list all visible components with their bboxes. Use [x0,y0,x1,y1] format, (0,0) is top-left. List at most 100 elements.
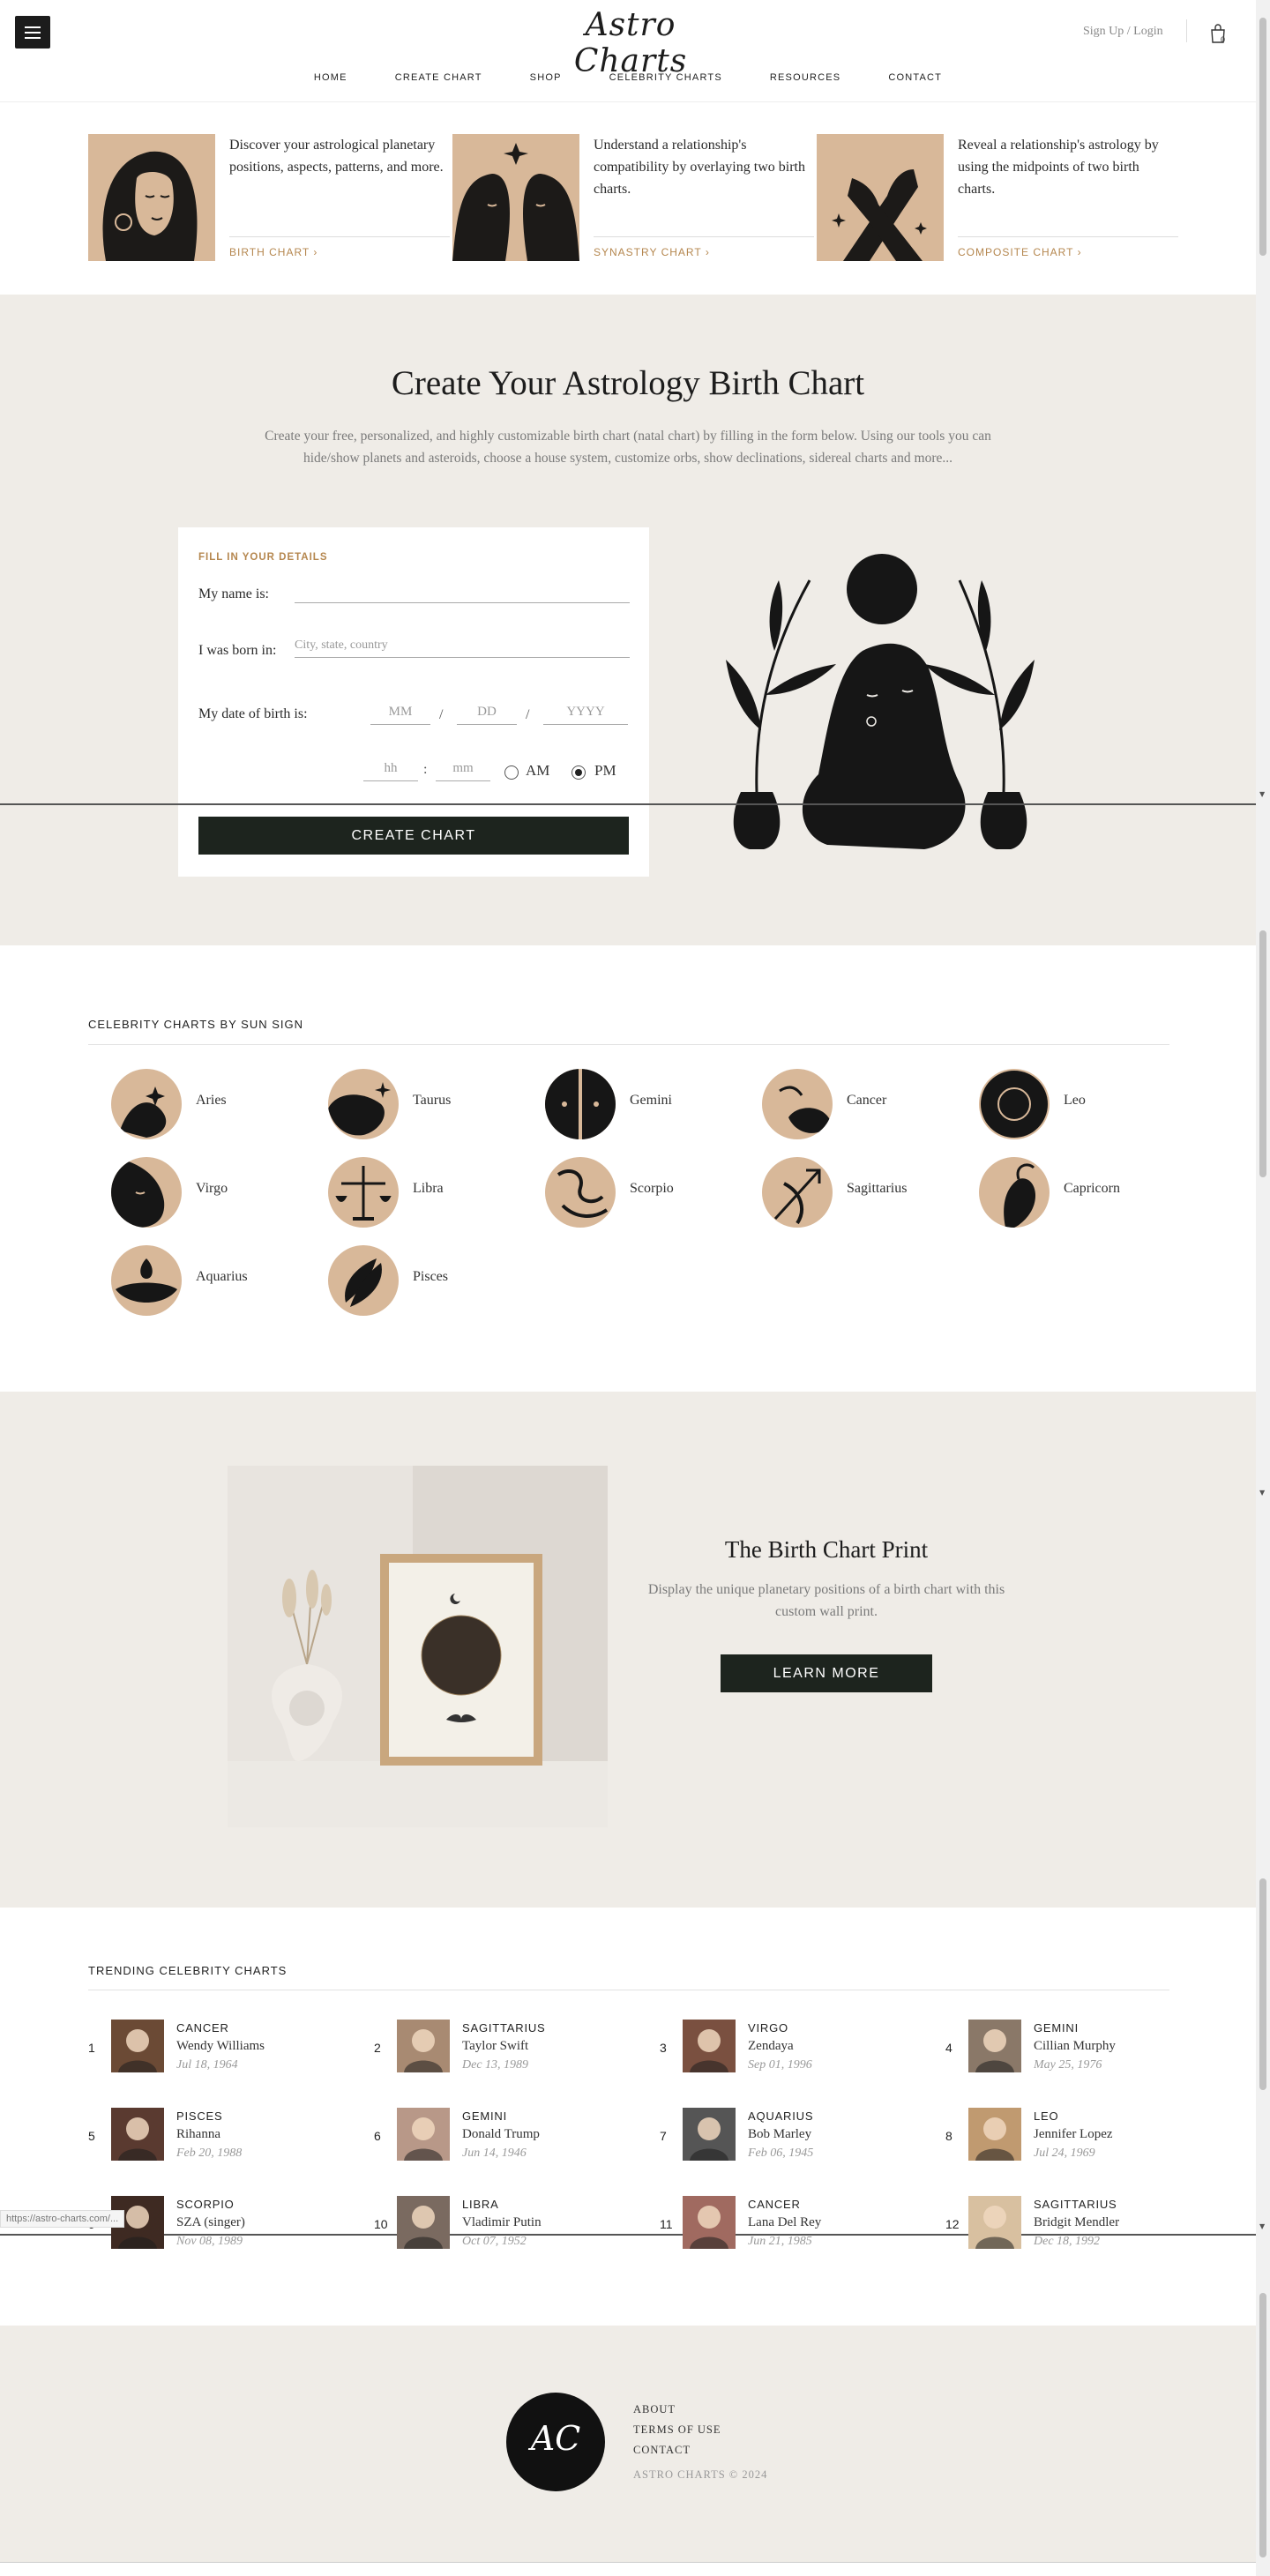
name-label: My name is: [198,586,269,601]
hamburger-menu-icon[interactable] [15,16,50,49]
celebrity-birthdate: Dec 13, 1989 [462,2058,529,2072]
sign-taurus[interactable]: Taurus [328,1069,540,1139]
scrollbar-thumb[interactable] [1259,1878,1266,2090]
birthplace-label: I was born in: [198,643,277,658]
celebrity-birthdate: May 25, 1976 [1034,2058,1102,2072]
sign-scorpio[interactable]: Scorpio [545,1157,757,1228]
footer-logo-text: AC [530,2419,581,2458]
trending-item[interactable]: 10 LIBRA Vladimir Putin Oct 07, 1952 [374,2196,639,2258]
pm-radio[interactable] [572,765,586,780]
pm-label: PM [594,762,616,779]
nav-celebrity-charts[interactable]: CELEBRITY CHARTS [609,72,722,83]
celebrity-birthdate: Jul 24, 1969 [1034,2147,1095,2160]
header-divider [1186,19,1187,42]
sign-leo[interactable]: Leo [979,1069,1191,1139]
trending-rank: 11 [660,2217,673,2231]
name-input[interactable] [295,579,630,603]
trending-rank: 5 [88,2129,95,2143]
footer-terms-link[interactable]: TERMS OF USE [633,2420,721,2440]
celebrity-birthdate: Jul 18, 1964 [176,2058,238,2072]
nav-create-chart[interactable]: CREATE CHART [395,72,482,83]
site-logo[interactable]: Astro Charts [547,7,714,79]
celebrity-photo [683,2196,736,2249]
footer-contact-link[interactable]: CONTACT [633,2440,721,2460]
birthplace-input[interactable] [295,633,630,658]
trending-rank: 3 [660,2041,667,2055]
sign-sagittarius[interactable]: Sagittarius [762,1157,974,1228]
scrollbar-thumb[interactable] [1259,18,1266,256]
sign-gemini[interactable]: Gemini [545,1069,757,1139]
copyright: ASTRO CHARTS © 2024 [633,2468,768,2481]
composite-chart-link[interactable]: COMPOSITE CHART › [958,246,1082,258]
trending-sign: GEMINI [462,2109,508,2123]
trending-item[interactable]: 5 PISCES Rihanna Feb 20, 1988 [88,2108,353,2169]
woman-face-illustration [88,134,215,261]
trending-rank: 10 [374,2217,388,2231]
footer-logo[interactable]: AC [506,2393,605,2491]
am-radio[interactable] [504,765,519,780]
feature-synastry-chart: Understand a relationship's compatibilit… [452,134,814,263]
birth-hour-input[interactable] [363,757,418,781]
trending-item[interactable]: 1 CANCER Wendy Williams Jul 18, 1964 [88,2020,353,2081]
trending-item[interactable]: 4 GEMINI Cillian Murphy May 25, 1976 [945,2020,1210,2081]
sign-virgo[interactable]: Virgo [111,1157,323,1228]
celebrity-photo [683,2108,736,2161]
trending-item[interactable]: 12 SAGITTARIUS Bridgit Mendler Dec 18, 1992 [945,2196,1210,2258]
scrollbar-thumb[interactable] [1259,2293,1266,2557]
trending-item[interactable]: 7 AQUARIUS Bob Marley Feb 06, 1945 [660,2108,924,2169]
synastry-chart-link[interactable]: SYNASTRY CHART › [594,246,710,258]
sign-cancer[interactable]: Cancer [762,1069,974,1139]
trending-item[interactable]: 6 GEMINI Donald Trump Jun 14, 1946 [374,2108,639,2169]
feature-composite-chart: Reveal a relationship's astrology by usi… [817,134,1178,263]
celebrity-name: Lana Del Rey [748,2215,822,2229]
sign-name: Scorpio [630,1181,674,1196]
footer-about-link[interactable]: ABOUT [633,2400,721,2420]
trending-item[interactable]: 2 SAGITTARIUS Taylor Swift Dec 13, 1989 [374,2020,639,2081]
libra-icon [328,1157,399,1228]
nav-contact[interactable]: CONTACT [888,72,942,83]
scroll-down-arrow-icon[interactable]: ▼ [1259,1489,1265,1497]
trending-sign: CANCER [748,2198,801,2211]
sign-capricorn[interactable]: Capricorn [979,1157,1191,1228]
trending-rank: 12 [945,2217,960,2231]
trending-sign: PISCES [176,2109,223,2123]
trending-item[interactable]: 11 CANCER Lana Del Rey Jun 21, 1985 [660,2196,924,2258]
celebrity-photo [968,2108,1021,2161]
nav-shop[interactable]: SHOP [530,72,562,83]
page-scrollbar[interactable] [1256,0,1270,2576]
celebrity-name: Wendy Williams [176,2039,265,2053]
scrollbar-thumb[interactable] [1259,930,1266,1177]
birth-minute-input[interactable] [436,757,490,781]
sign-aries[interactable]: Aries [111,1069,323,1139]
main-nav: HOME CREATE CHART SHOP CELEBRITY CHARTS … [0,69,1256,85]
scroll-down-arrow-icon[interactable]: ▼ [1259,790,1265,798]
birth-month-input[interactable] [370,700,430,725]
learn-more-button[interactable]: LEARN MORE [721,1654,932,1692]
time-separator: : [423,762,428,777]
celebrity-name: Donald Trump [462,2127,540,2141]
birth-chart-print-photo[interactable] [228,1466,608,1827]
trending-item[interactable]: 3 VIRGO Zendaya Sep 01, 1996 [660,2020,924,2081]
sign-pisces[interactable]: Pisces [328,1245,540,1316]
birth-year-input[interactable] [543,700,628,725]
nav-resources[interactable]: RESOURCES [770,72,840,83]
feature-birth-chart: Discover your astrological planetary pos… [88,134,450,263]
birth-day-input[interactable] [457,700,517,725]
celebrity-name: Bob Marley [748,2127,812,2141]
birth-chart-link[interactable]: BIRTH CHART › [229,246,318,258]
sign-libra[interactable]: Libra [328,1157,540,1228]
sign-name: Cancer [847,1093,887,1108]
sagittarius-icon [762,1157,833,1228]
trending-rank: 2 [374,2041,381,2055]
scroll-down-arrow-icon[interactable]: ▼ [1259,2222,1265,2230]
feature-description: Discover your astrological planetary pos… [229,138,444,175]
create-subtitle: Create your free, personalized, and high… [265,429,991,466]
pisces-icon [328,1245,399,1316]
trending-item[interactable]: 8 LEO Jennifer Lopez Jul 24, 1969 [945,2108,1210,2169]
create-chart-button[interactable]: CREATE CHART [198,817,629,855]
sign-aquarius[interactable]: Aquarius [111,1245,323,1316]
nav-home[interactable]: HOME [314,72,347,83]
leo-icon [979,1069,1050,1139]
trending-item[interactable]: 9SCORPIOSZA (singer)Nov 08, 1989 [88,2196,353,2258]
login-link[interactable]: Sign Up / Login [1083,25,1163,39]
